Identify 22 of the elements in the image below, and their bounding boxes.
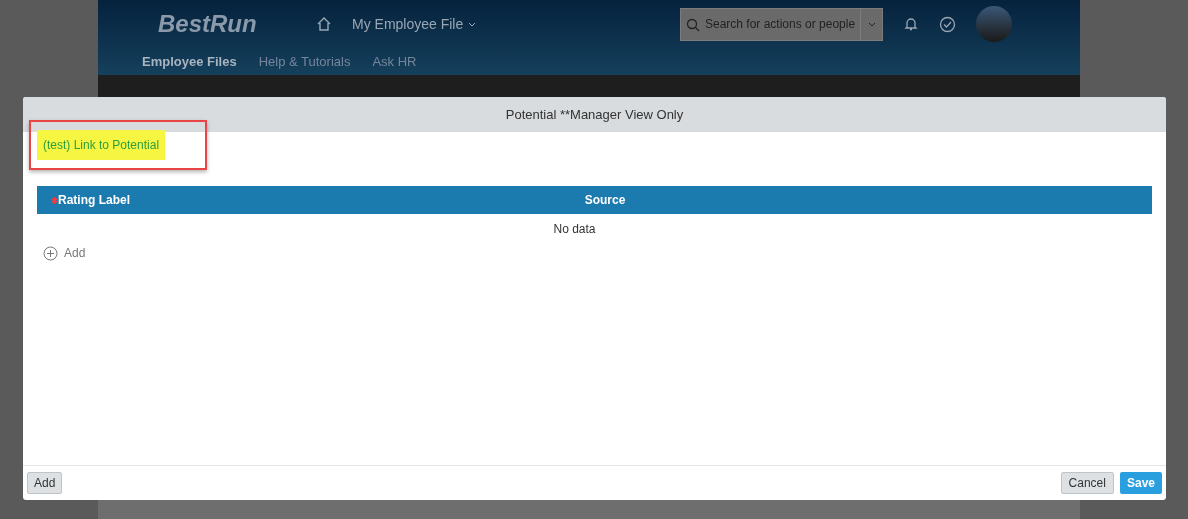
plus-circle-icon — [43, 245, 58, 261]
save-button[interactable]: Save — [1119, 472, 1162, 494]
cancel-button[interactable]: Cancel — [1060, 472, 1114, 494]
column-header: Rating Label — [58, 192, 130, 209]
column-header: Source — [584, 192, 626, 209]
search-field[interactable]: Search for actions or people — [680, 7, 861, 41]
nav-tab[interactable]: Employee Files — [142, 51, 237, 72]
nav-tab[interactable]: Ask HR — [372, 51, 417, 72]
empty-text: No data — [553, 221, 596, 238]
notifications-icon[interactable] — [903, 16, 919, 32]
logo[interactable]: BestRun — [158, 6, 308, 42]
add-button[interactable]: Add — [27, 472, 63, 494]
search-icon — [686, 17, 700, 32]
check-circle-icon[interactable] — [939, 15, 956, 33]
employee-file-menu[interactable]: My Employee File — [352, 13, 478, 35]
search-dropdown-button[interactable] — [861, 7, 883, 41]
required-asterisk-icon — [51, 197, 58, 204]
potential-link[interactable]: (test) Link to Potential — [37, 130, 166, 160]
dialog-title: Potential **Manager View Only — [505, 105, 684, 124]
home-icon[interactable] — [316, 16, 332, 32]
add-row-link[interactable]: Add — [43, 244, 86, 262]
nav-tab[interactable]: Help & Tutorials — [258, 51, 351, 72]
